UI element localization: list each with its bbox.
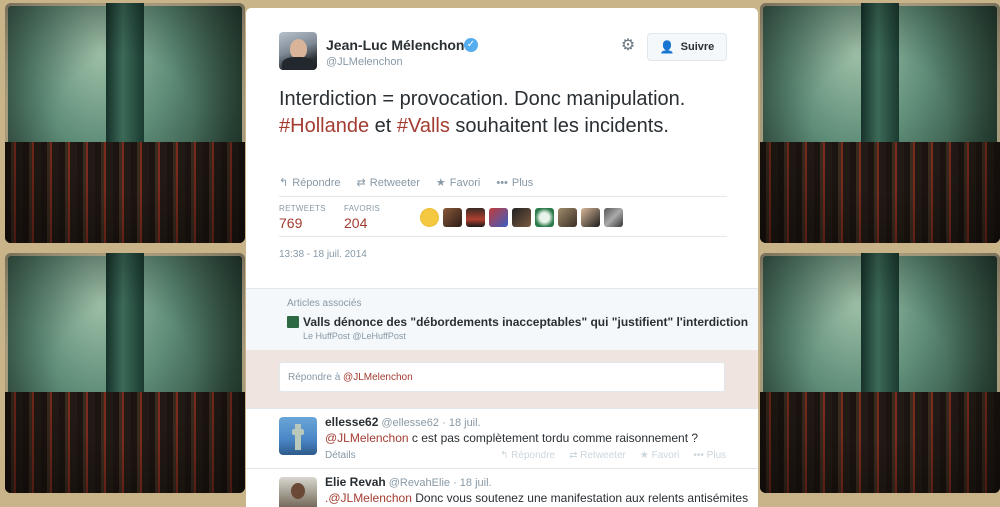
more-dots-icon: •••: [496, 176, 508, 189]
reply-reply-label: Répondre: [511, 450, 556, 461]
tweet-text-part: souhaitent les incidents.: [449, 115, 669, 137]
author-fullname[interactable]: Jean-Luc Mélenchon: [326, 37, 464, 53]
favorites-stat-label: FAVORIS: [344, 204, 381, 213]
reply-avatar[interactable]: [279, 417, 317, 455]
reply-more-label: Plus: [706, 450, 727, 461]
favorite-action[interactable]: ★ Favori: [435, 176, 481, 190]
tweet-stats: RETWEETS 769 FAVORIS 204: [279, 204, 409, 231]
reply-favorite-action[interactable]: ★ Favori: [640, 450, 680, 461]
reply-details-link[interactable]: Détails: [325, 450, 356, 461]
reply-text: .@JLMelenchon Donc vous soutenez une man…: [325, 491, 748, 505]
favoriter-avatars: [420, 208, 623, 227]
reply-text-body: c est pas complètement tordu comme raiso…: [408, 431, 699, 445]
reply-header: ellesse62 @ellesse62 · 18 juil.: [325, 415, 481, 429]
reply-input[interactable]: Répondre à @JLMelenchon: [279, 362, 725, 392]
tweet-card: Jean-Luc Mélenchon ✓ @JLMelenchon ⚙ 👤 Su…: [246, 8, 758, 507]
related-articles: Articles associés Valls dénonce des "déb…: [246, 288, 758, 350]
reply-text-body: Donc vous soutenez une manifestation aux…: [411, 491, 749, 505]
reply-retweet-label: Retweeter: [580, 450, 626, 461]
favorites-count: 204: [344, 215, 368, 231]
reply-author-handle[interactable]: @ellesse62: [381, 417, 439, 429]
reply-prefix: Répondre à: [288, 372, 344, 383]
reply-area: Répondre à @JLMelenchon: [246, 350, 758, 408]
reply-text: @JLMelenchon c est pas complètement tord…: [325, 431, 698, 445]
reply-author-handle[interactable]: @RevahElie: [389, 477, 450, 489]
favoriter-avatar[interactable]: [604, 208, 623, 227]
verified-badge-icon: ✓: [464, 38, 478, 52]
tweet-text-part: et: [369, 115, 397, 137]
favoriter-avatar[interactable]: [512, 208, 531, 227]
reply-tweet[interactable]: ellesse62 @ellesse62 · 18 juil. @JLMelenc…: [246, 408, 758, 468]
tweet-header: Jean-Luc Mélenchon ✓ @JLMelenchon ⚙ 👤 Su…: [246, 8, 758, 72]
huffpost-logo: [287, 316, 299, 328]
favoriter-avatar[interactable]: [489, 208, 508, 227]
reply-author-name[interactable]: ellesse62: [325, 415, 378, 429]
divider: [279, 236, 727, 237]
reply-more-action[interactable]: ••• Plus: [693, 450, 726, 461]
tweet-text: Interdiction = provocation. Donc manipul…: [279, 86, 729, 140]
favoriter-avatar[interactable]: [535, 208, 554, 227]
retweets-count: 769: [279, 215, 303, 231]
gear-icon[interactable]: ⚙: [620, 38, 636, 54]
retweet-action[interactable]: ⇄ Retweeter: [356, 176, 420, 190]
retweets-stat-label: RETWEETS: [279, 204, 326, 213]
favorite-label: Favori: [449, 176, 481, 189]
reply-action[interactable]: ↰ Répondre: [279, 176, 341, 190]
reply-favorite-label: Favori: [651, 450, 680, 461]
reply-icon: ↰: [279, 177, 289, 189]
reply-header: Elie Revah @RevahElie · 18 juil.: [325, 475, 492, 489]
reply-reply-action[interactable]: ↰ Répondre: [500, 450, 555, 461]
star-icon: ★: [435, 177, 446, 189]
background-photo-4: [760, 253, 1000, 493]
reply-time[interactable]: · 18 juil.: [453, 477, 492, 489]
author-screen-name[interactable]: @JLMelenchon: [326, 56, 403, 68]
tweet-timestamp[interactable]: 13:38 - 18 juil. 2014: [279, 249, 367, 260]
favoriter-avatar[interactable]: [420, 208, 439, 227]
hashtag-hollande[interactable]: #Hollande: [279, 115, 369, 137]
reply-actions: ↰ Répondre ⇄ Retweeter ★ Favori ••• Plus: [500, 450, 726, 461]
reply-mention: @JLMelenchon: [343, 372, 413, 383]
related-headline[interactable]: Valls dénonce des "débordements inaccept…: [303, 315, 748, 329]
background-photo-1: [5, 3, 245, 243]
reply-tweet[interactable]: Elie Revah @RevahElie · 18 juil. .@JLMele…: [246, 468, 758, 507]
background-photo-3: [760, 3, 1000, 243]
more-label: Plus: [511, 176, 534, 189]
author-avatar[interactable]: [279, 32, 317, 70]
tweet-text-part: Interdiction = provocation. Donc manipul…: [279, 88, 686, 110]
tweet-actions: ↰ Répondre ⇄ Retweeter ★ Favori ••• Plus: [279, 176, 533, 190]
reply-label: Répondre: [292, 176, 341, 189]
background-photo-2: [5, 253, 245, 493]
favoriter-avatar[interactable]: [558, 208, 577, 227]
related-source[interactable]: Le HuffPost @LeHuffPost: [303, 331, 406, 341]
favoriter-avatar[interactable]: [466, 208, 485, 227]
related-title: Articles associés: [287, 298, 362, 309]
favoriter-avatar[interactable]: [581, 208, 600, 227]
retweet-icon: ⇄: [356, 177, 366, 189]
reply-author-name[interactable]: Elie Revah: [325, 475, 386, 489]
reply-mention[interactable]: @JLMelenchon: [325, 431, 409, 445]
follow-button[interactable]: 👤 Suivre: [647, 33, 727, 61]
hashtag-valls[interactable]: #Valls: [397, 115, 450, 137]
favorites-stat[interactable]: FAVORIS 204: [344, 204, 409, 231]
retweet-label: Retweeter: [369, 176, 420, 189]
reply-mention[interactable]: .@JLMelenchon: [325, 491, 412, 505]
retweets-stat[interactable]: RETWEETS 769: [279, 204, 344, 231]
add-user-icon: 👤: [659, 40, 675, 54]
favoriter-avatar[interactable]: [443, 208, 462, 227]
reply-time[interactable]: · 18 juil.: [442, 417, 481, 429]
reply-avatar[interactable]: [279, 477, 317, 507]
follow-label: Suivre: [680, 41, 715, 53]
reply-retweet-action[interactable]: ⇄ Retweeter: [569, 450, 626, 461]
divider: [279, 196, 727, 197]
more-action[interactable]: ••• Plus: [496, 176, 533, 189]
